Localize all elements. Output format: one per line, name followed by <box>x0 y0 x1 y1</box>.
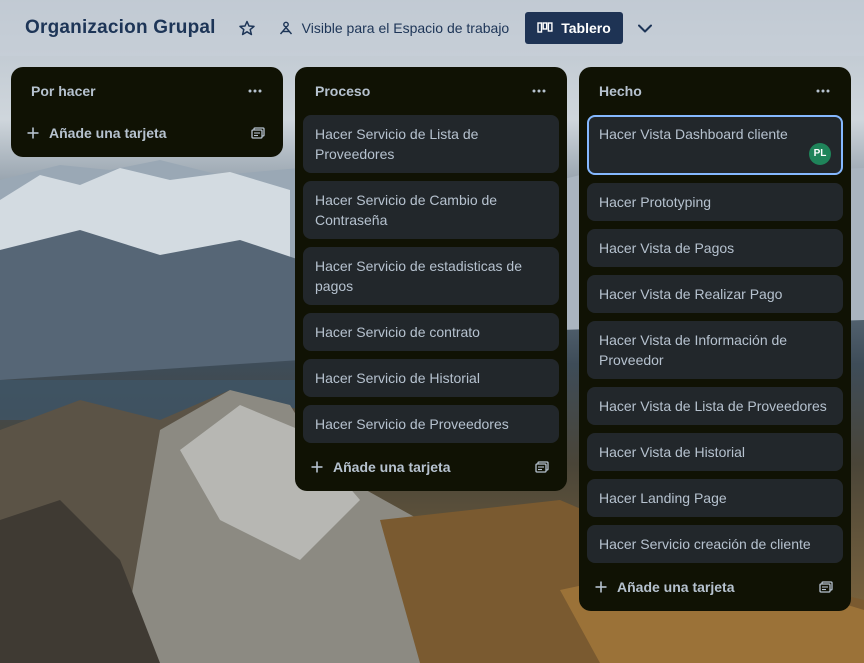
plus-icon <box>27 127 39 139</box>
plus-icon <box>595 581 607 593</box>
card[interactable]: Hacer Servicio de Lista de Proveedores <box>303 115 559 173</box>
list-title[interactable]: Por hacer <box>31 83 96 99</box>
visibility-label: Visible para el Espacio de trabajo <box>301 20 510 36</box>
card[interactable]: Hacer Prototyping <box>587 183 843 221</box>
card[interactable]: Hacer Vista de Pagos <box>587 229 843 267</box>
board-title[interactable]: Organizacion Grupal <box>25 17 216 39</box>
board-view-icon <box>537 22 553 33</box>
list-hecho: Hecho Hacer Vista Dashboard cliente PL H… <box>579 67 851 611</box>
add-card-button[interactable]: Añade una tarjeta <box>27 125 166 141</box>
card-template-icon <box>251 127 265 139</box>
card[interactable]: Hacer Servicio de estadisticas de pagos <box>303 247 559 305</box>
board-view-label: Tablero <box>561 20 611 36</box>
list-por-hacer: Por hacer Añade una tarjeta <box>11 67 283 157</box>
card-title: Hacer Servicio de contrato <box>315 324 480 340</box>
card-title: Hacer Servicio de estadisticas de pagos <box>315 258 522 294</box>
star-icon <box>238 20 255 36</box>
card[interactable]: Hacer Servicio de Historial <box>303 359 559 397</box>
list-header: Por hacer <box>19 67 275 115</box>
more-horizontal-icon <box>248 89 262 93</box>
card-title: Hacer Servicio de Historial <box>315 370 480 386</box>
card-title: Hacer Landing Page <box>599 490 727 506</box>
list-title[interactable]: Hecho <box>599 83 642 99</box>
visibility-button[interactable]: Visible para el Espacio de trabajo <box>278 20 510 36</box>
list-proceso: Proceso Hacer Servicio de Lista de Prove… <box>295 67 567 491</box>
card-title: Hacer Vista de Realizar Pago <box>599 286 783 302</box>
list-header: Hecho <box>587 67 843 115</box>
more-horizontal-icon <box>532 89 546 93</box>
create-from-template-button[interactable] <box>533 458 551 476</box>
add-card-button[interactable]: Añade una tarjeta <box>595 579 734 595</box>
list-menu-button[interactable] <box>243 79 267 103</box>
workspace-visibility-icon <box>279 21 292 35</box>
card-title: Hacer Servicio de Proveedores <box>315 416 509 432</box>
member-avatar[interactable]: PL <box>809 143 831 165</box>
plus-icon <box>311 461 323 473</box>
add-card-label: Añade una tarjeta <box>49 125 167 141</box>
card[interactable]: Hacer Vista de Historial <box>587 433 843 471</box>
card-title: Hacer Servicio de Cambio de Contraseña <box>315 192 498 228</box>
card[interactable]: Hacer Vista de Lista de Proveedores <box>587 387 843 425</box>
list-title[interactable]: Proceso <box>315 83 370 99</box>
card[interactable]: Hacer Servicio de Cambio de Contraseña <box>303 181 559 239</box>
chevron-down-icon <box>637 24 652 32</box>
list-header: Proceso <box>303 67 559 115</box>
card-title: Hacer Servicio creación de cliente <box>599 536 811 552</box>
card[interactable]: Hacer Vista de Realizar Pago <box>587 275 843 313</box>
card-title: Hacer Vista de Información de Proveedor <box>599 332 788 368</box>
create-from-template-button[interactable] <box>817 578 835 596</box>
card-title: Hacer Vista de Pagos <box>599 240 735 256</box>
add-card-label: Añade una tarjeta <box>617 579 735 595</box>
card-title: Hacer Prototyping <box>599 194 712 210</box>
card-title: Hacer Vista de Historial <box>599 444 746 460</box>
card[interactable]: Hacer Servicio creación de cliente <box>587 525 843 563</box>
card[interactable]: Hacer Servicio de Proveedores <box>303 405 559 443</box>
add-card-row: Añade una tarjeta <box>303 451 559 483</box>
star-button[interactable] <box>238 19 256 37</box>
card-template-icon <box>535 461 549 473</box>
card-title: Hacer Servicio de Lista de Proveedores <box>315 126 479 162</box>
card-title: Hacer Vista de Lista de Proveedores <box>599 398 827 414</box>
add-card-row: Añade una tarjeta <box>19 117 275 149</box>
card[interactable]: Hacer Servicio de contrato <box>303 313 559 351</box>
add-card-button[interactable]: Añade una tarjeta <box>311 459 450 475</box>
card[interactable]: Hacer Vista de Información de Proveedor <box>587 321 843 379</box>
board-header: Organizacion Grupal Visible para el Espa… <box>0 0 864 56</box>
add-card-row: Añade una tarjeta <box>587 571 843 603</box>
view-switcher-button[interactable] <box>635 18 655 38</box>
card-template-icon <box>819 581 833 593</box>
add-card-label: Añade una tarjeta <box>333 459 451 475</box>
list-menu-button[interactable] <box>811 79 835 103</box>
card[interactable]: Hacer Vista Dashboard cliente PL <box>587 115 843 175</box>
card[interactable]: Hacer Landing Page <box>587 479 843 517</box>
card-title: Hacer Vista Dashboard cliente <box>599 126 788 142</box>
create-from-template-button[interactable] <box>249 124 267 142</box>
list-menu-button[interactable] <box>527 79 551 103</box>
board-view-button[interactable]: Tablero <box>525 12 623 44</box>
more-horizontal-icon <box>816 89 830 93</box>
